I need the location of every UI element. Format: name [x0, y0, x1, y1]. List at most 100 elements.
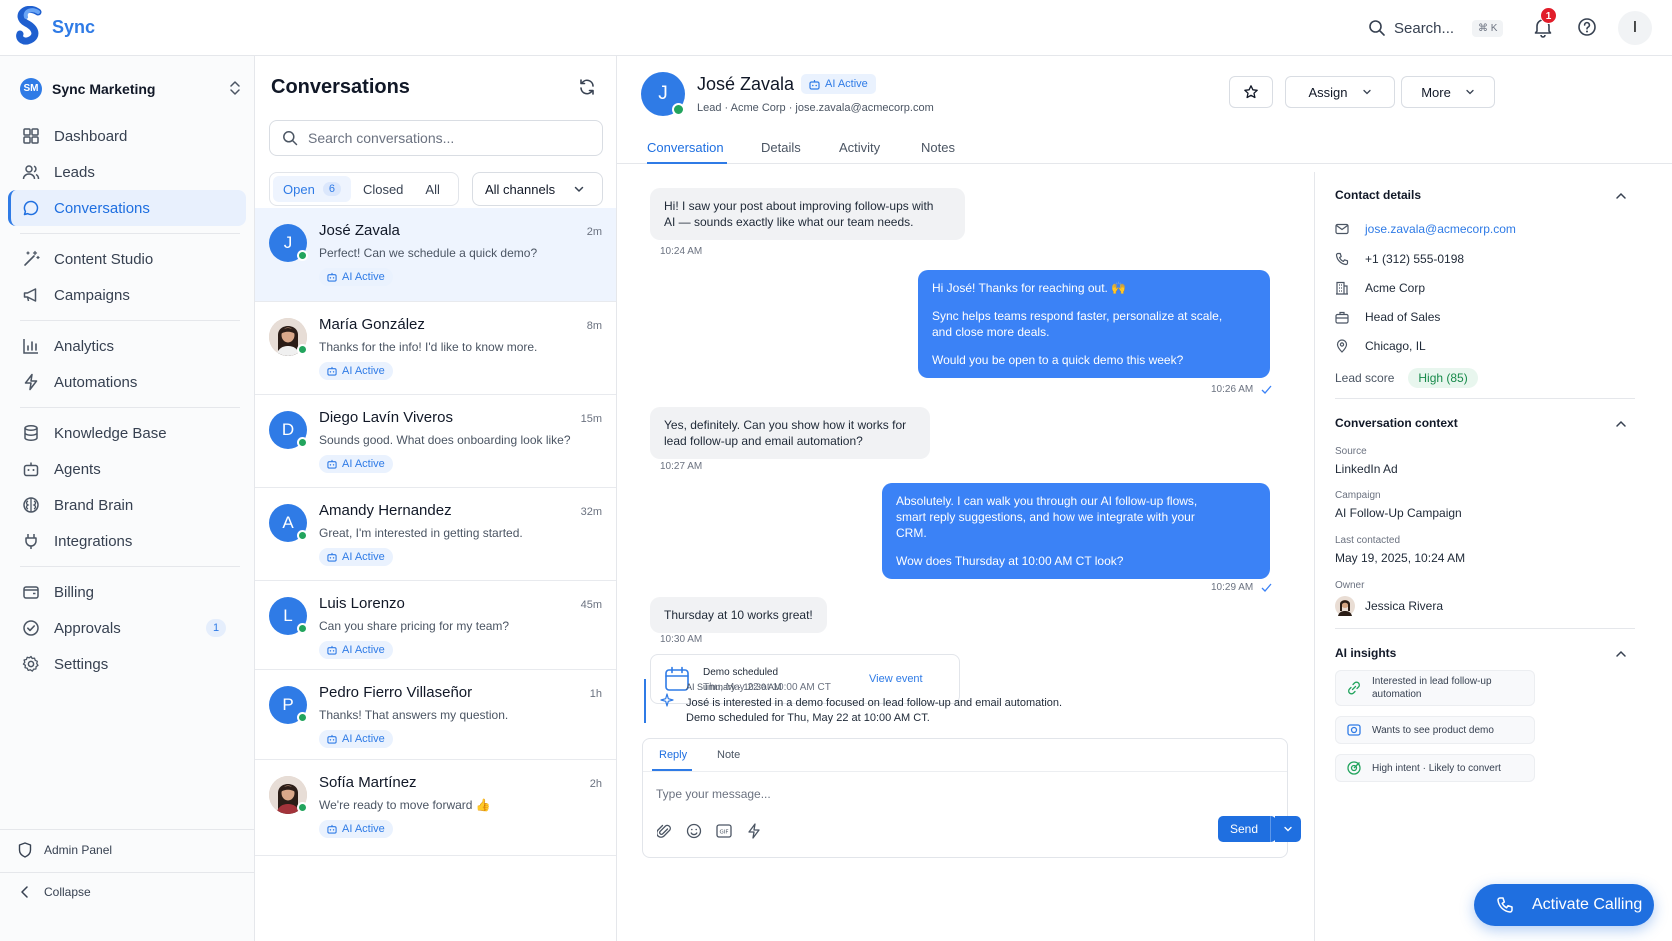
conversation-list-item[interactable]: D Diego Lavín Viveros 15m Sounds good. What…	[255, 395, 616, 488]
more-button[interactable]: More	[1401, 76, 1495, 108]
channels-dropdown[interactable]: All channels	[472, 172, 603, 206]
conversation-name: María González	[319, 316, 425, 333]
nav-campaigns[interactable]: Campaigns	[8, 277, 246, 313]
refresh-icon[interactable]	[578, 78, 596, 96]
ai-active-label: AI Active	[342, 551, 385, 563]
database-icon	[22, 424, 40, 442]
user-avatar[interactable]: I	[1618, 11, 1652, 45]
building-icon	[1335, 281, 1349, 295]
assign-button[interactable]: Assign	[1285, 76, 1395, 108]
nav-dashboard[interactable]: Dashboard	[8, 118, 246, 154]
conversation-list-item[interactable]: P Pedro Fierro Villaseñor 1h Thanks! That a…	[255, 670, 616, 760]
tab-notes[interactable]: Notes	[921, 140, 955, 155]
global-search[interactable]: Search... ⌘ K	[1368, 16, 1504, 40]
activate-calling-button[interactable]: Activate Calling	[1474, 884, 1654, 926]
chevron-up-icon[interactable]	[1615, 419, 1627, 429]
chevron-left-icon	[18, 885, 32, 899]
nav-conversations[interactable]: Conversations	[8, 190, 246, 226]
conversation-time: 32m	[580, 506, 602, 518]
insight-text: Wants to see product demo	[1372, 724, 1494, 736]
conversation-list-item[interactable]: Sofía Martínez 2h We're ready to move forw…	[255, 760, 616, 856]
nav-automations[interactable]: Automations	[8, 364, 246, 400]
owner-label: Owner	[1335, 580, 1365, 591]
conversation-list-item[interactable]: L Luis Lorenzo 45m Can you share pricing fo…	[255, 581, 616, 670]
section-divider	[1335, 398, 1635, 399]
online-status-dot	[672, 103, 685, 116]
conversation-list-item[interactable]: María González 8m Thanks for the info! I'd…	[255, 302, 616, 395]
assign-label: Assign	[1308, 84, 1348, 100]
nav-campaigns-label: Campaigns	[54, 286, 130, 304]
conversation-name: José Zavala	[319, 222, 400, 239]
conversation-preview: Thanks! That answers my question.	[319, 708, 509, 722]
send-options-button[interactable]	[1275, 816, 1301, 842]
chevron-up-icon[interactable]	[1615, 191, 1627, 201]
phone-icon	[1496, 896, 1514, 914]
emoji-icon[interactable]	[686, 823, 702, 839]
target-icon	[1346, 760, 1362, 776]
conversation-context-title: Conversation context	[1335, 416, 1458, 430]
nav-analytics-label: Analytics	[54, 337, 115, 355]
chat-bubble-icon	[22, 199, 40, 217]
workspace-name: Sync Marketing	[52, 81, 156, 97]
tab-activity[interactable]: Activity	[839, 140, 880, 155]
filter-all[interactable]: All	[415, 176, 449, 202]
check-icon	[1261, 385, 1272, 394]
workspace-switcher[interactable]: SM Sync Marketing	[20, 72, 242, 106]
filter-open[interactable]: Open 6	[273, 176, 351, 202]
link-icon	[1346, 680, 1362, 696]
dashboard-icon	[22, 127, 40, 145]
contact-email[interactable]: jose.zavala@acmecorp.com	[1365, 222, 1516, 236]
message-text: Hi! I saw your post about improving foll…	[664, 199, 934, 213]
filter-closed[interactable]: Closed	[353, 176, 413, 202]
nav-agents[interactable]: Agents	[8, 451, 246, 487]
message-text: Sync helps teams respond faster, persona…	[932, 309, 1223, 323]
nav-integrations[interactable]: Integrations	[8, 523, 246, 559]
more-label: More	[1421, 84, 1451, 100]
tab-conversation[interactable]: Conversation	[647, 140, 724, 155]
ai-summary-text: José is interested in a demo focused on …	[686, 697, 1063, 709]
gear-icon	[22, 655, 40, 673]
gif-icon[interactable]: GIF	[716, 824, 732, 838]
tab-reply[interactable]: Reply	[659, 749, 687, 761]
nav-knowledge-base[interactable]: Knowledge Base	[8, 415, 246, 451]
nav-brand-brain-label: Brand Brain	[54, 496, 134, 514]
contact-location: Chicago, IL	[1365, 339, 1426, 353]
nav-settings[interactable]: Settings	[8, 646, 246, 682]
campaign-label: Campaign	[1335, 490, 1381, 501]
send-button[interactable]: Send	[1218, 816, 1276, 842]
nav-approvals[interactable]: Approvals 1	[8, 610, 246, 646]
nav-billing[interactable]: Billing	[8, 574, 246, 610]
robot-icon	[327, 734, 337, 744]
nav-analytics[interactable]: Analytics	[8, 328, 246, 364]
nav-knowledge-base-label: Knowledge Base	[54, 424, 167, 442]
conversation-time: 1h	[589, 688, 602, 700]
check-circle-icon	[22, 619, 40, 637]
robot-icon	[327, 645, 337, 655]
message-input[interactable]: Type your message...	[656, 787, 1256, 805]
conversation-list-item[interactable]: A Amandy Hernandez 32m Great, I'm intereste…	[255, 488, 616, 581]
message-text: Hi José! Thanks for reaching out. 🙌	[932, 281, 1127, 295]
ai-active-badge: AI Active	[319, 641, 393, 659]
status-filter: Open 6 Closed All	[269, 172, 459, 206]
sync-logo-icon[interactable]	[16, 6, 44, 48]
nav-leads[interactable]: Leads	[8, 154, 246, 190]
bar-chart-icon	[22, 337, 40, 355]
admin-panel-link[interactable]: Admin Panel	[18, 842, 112, 858]
star-button[interactable]	[1229, 76, 1273, 108]
conversations-title: Conversations	[271, 76, 410, 98]
conversation-time: 15m	[580, 413, 602, 425]
lightning-icon[interactable]	[747, 823, 761, 839]
nav-brand-brain[interactable]: Brand Brain	[8, 487, 246, 523]
conversation-search-input[interactable]: Search conversations...	[269, 120, 603, 156]
tab-details[interactable]: Details	[761, 140, 801, 155]
paperclip-icon[interactable]	[657, 823, 671, 839]
message-timestamp: 10:26 AM	[1211, 384, 1254, 395]
conversation-list-item[interactable]: J José Zavala 2m Perfect! Can we schedule a…	[255, 208, 616, 302]
insight-text: High intent · Likely to convert	[1372, 762, 1501, 774]
collapse-button[interactable]: Collapse	[18, 885, 91, 899]
help-icon[interactable]	[1576, 16, 1600, 40]
tab-note[interactable]: Note	[717, 749, 740, 761]
nav-content-studio[interactable]: Content Studio	[8, 241, 246, 277]
chevron-up-icon[interactable]	[1615, 649, 1627, 659]
ai-active-badge: AI Active	[319, 268, 393, 286]
